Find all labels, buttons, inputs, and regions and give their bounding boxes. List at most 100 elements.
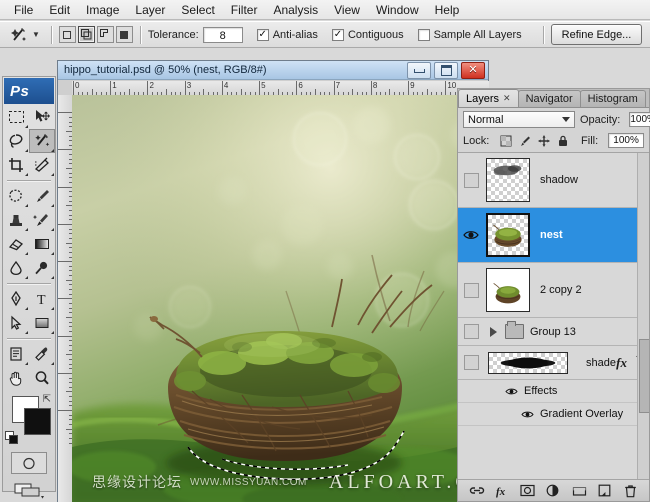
visibility-toggle-nest[interactable] [460, 229, 482, 241]
edit-in-quick-mask-mode-button[interactable] [11, 452, 47, 474]
document-title-bar[interactable]: hippo_tutorial.psd @ 50% (nest, RGB/8#) … [58, 61, 488, 80]
intersect-with-selection-button[interactable] [115, 26, 133, 43]
add-to-selection-button[interactable] [77, 26, 95, 43]
path-selection-tool[interactable] [3, 311, 29, 335]
history-brush-tool[interactable] [29, 208, 55, 232]
menu-select[interactable]: Select [173, 1, 222, 19]
menu-filter[interactable]: Filter [223, 1, 266, 19]
opacity-input[interactable]: 100% [629, 112, 650, 127]
effects-visibility-icon[interactable] [504, 386, 518, 397]
slice-tool[interactable] [29, 153, 55, 177]
tolerance-input[interactable]: 8 [202, 26, 243, 43]
menu-edit[interactable]: Edit [41, 1, 78, 19]
zoom-tool[interactable] [29, 366, 55, 390]
lock-image-pixels-icon[interactable] [518, 134, 531, 147]
layer-thumbnail-nest[interactable] [482, 213, 534, 257]
menu-view[interactable]: View [326, 1, 368, 19]
add-layer-mask-icon[interactable] [520, 483, 536, 498]
rectangular-marquee-tool[interactable] [3, 105, 29, 129]
subtract-from-selection-button[interactable] [96, 26, 114, 43]
visibility-toggle-2-copy-2[interactable] [460, 282, 482, 298]
rectangle-shape-tool[interactable] [29, 311, 55, 335]
lock-all-icon[interactable] [556, 134, 569, 147]
layer-thumbnail-shade[interactable] [482, 351, 580, 374]
delete-layer-icon[interactable] [622, 483, 638, 498]
menu-image[interactable]: Image [78, 1, 127, 19]
blur-tool[interactable] [3, 256, 29, 280]
add-layer-style-icon[interactable]: fx [494, 483, 510, 498]
fill-input[interactable]: 100% [608, 133, 644, 148]
layer-row-shadow[interactable]: shadow [458, 153, 649, 208]
new-layer-icon[interactable] [597, 483, 613, 498]
brush-tool[interactable] [29, 184, 55, 208]
close-icon[interactable]: ✕ [503, 93, 511, 104]
gradient-tool[interactable] [29, 232, 55, 256]
menu-help[interactable]: Help [427, 1, 468, 19]
pen-tool[interactable] [3, 287, 29, 311]
sample-all-layers-checkbox[interactable]: Sample All Layers [417, 28, 526, 41]
hand-tool[interactable] [3, 366, 29, 390]
dodge-tool[interactable] [29, 256, 55, 280]
notes-tool[interactable] [3, 342, 29, 366]
tool-flyout-triangle-icon [51, 228, 54, 231]
crop-tool[interactable] [3, 153, 29, 177]
new-group-icon[interactable] [571, 483, 587, 498]
eraser-tool[interactable] [3, 232, 29, 256]
layer-effects-fx-icon[interactable]: fx [616, 355, 627, 371]
layer-row-shade[interactable]: shade fx [458, 346, 649, 380]
refine-edge-button[interactable]: Refine Edge... [550, 24, 643, 45]
divider [7, 283, 51, 284]
tab-layers[interactable]: Layers ✕ [458, 89, 519, 107]
anti-alias-check-icon[interactable] [256, 28, 269, 41]
patch-healing-tool[interactable] [3, 184, 29, 208]
gradient-overlay-visibility-icon[interactable] [520, 409, 534, 420]
clone-stamp-tool[interactable] [3, 208, 29, 232]
layer-thumbnail-shadow[interactable] [482, 158, 534, 202]
layers-scrollbar[interactable] [637, 153, 649, 479]
lock-transparent-pixels-icon[interactable] [499, 134, 512, 147]
tab-navigator[interactable]: Navigator [517, 90, 581, 107]
menu-file[interactable]: File [6, 1, 41, 19]
gradient-overlay-label: Gradient Overlay [540, 408, 624, 420]
lasso-tool[interactable] [3, 129, 29, 153]
type-tool[interactable]: T [29, 287, 55, 311]
effect-row-gradient-overlay[interactable]: Gradient Overlay [458, 403, 649, 426]
layer-thumbnail-2-copy-2[interactable] [482, 268, 534, 312]
move-tool[interactable] [29, 105, 55, 129]
layer-row-group-13[interactable]: Group 13 [458, 318, 649, 346]
menu-analysis[interactable]: Analysis [265, 1, 326, 19]
contiguous-checkbox[interactable]: Contiguous [331, 28, 408, 41]
layer-row-2-copy-2[interactable]: 2 copy 2 [458, 263, 649, 318]
tab-histogram[interactable]: Histogram [579, 90, 646, 107]
magic-wand-icon[interactable] [6, 24, 32, 46]
layer-row-nest[interactable]: nest [458, 208, 649, 263]
lock-position-icon[interactable] [537, 134, 550, 147]
eyedropper-tool[interactable] [29, 342, 55, 366]
magic-wand-tool[interactable] [29, 129, 55, 153]
blend-mode-select[interactable]: Normal [463, 111, 575, 128]
visibility-toggle-group-13[interactable] [460, 324, 482, 339]
visibility-toggle-shade[interactable] [460, 355, 482, 370]
contiguous-check-icon[interactable] [331, 28, 344, 41]
sample-all-layers-check-icon[interactable] [417, 28, 430, 41]
new-adjustment-layer-icon[interactable] [545, 483, 561, 498]
close-button[interactable]: ✕ [461, 62, 485, 79]
tool-preset-chevron-down-icon[interactable]: ▼ [32, 30, 40, 39]
default-colors-icon[interactable] [5, 431, 18, 444]
change-screen-mode-button[interactable] [11, 479, 47, 501]
background-color-swatch[interactable] [24, 408, 51, 435]
minimize-button[interactable] [407, 62, 431, 79]
layer-name-group-13: Group 13 [530, 325, 576, 338]
visibility-toggle-shadow[interactable] [460, 172, 482, 188]
menu-layer[interactable]: Layer [127, 1, 173, 19]
canvas-area[interactable]: 思缘设计论坛 WWW.MISSYUAN.COM ALFOART.COM [72, 95, 489, 502]
maximize-button[interactable] [434, 62, 458, 79]
layer-effects-row[interactable]: Effects [458, 380, 649, 403]
new-selection-button[interactable] [58, 26, 76, 43]
anti-alias-checkbox[interactable]: Anti-alias [256, 28, 322, 41]
menu-window[interactable]: Window [368, 1, 427, 19]
swap-colors-icon[interactable]: ⇱ [43, 394, 51, 405]
link-layers-icon[interactable] [469, 483, 485, 498]
scrollbar-thumb[interactable] [639, 339, 649, 413]
expand-group-triangle-icon[interactable] [490, 326, 497, 337]
